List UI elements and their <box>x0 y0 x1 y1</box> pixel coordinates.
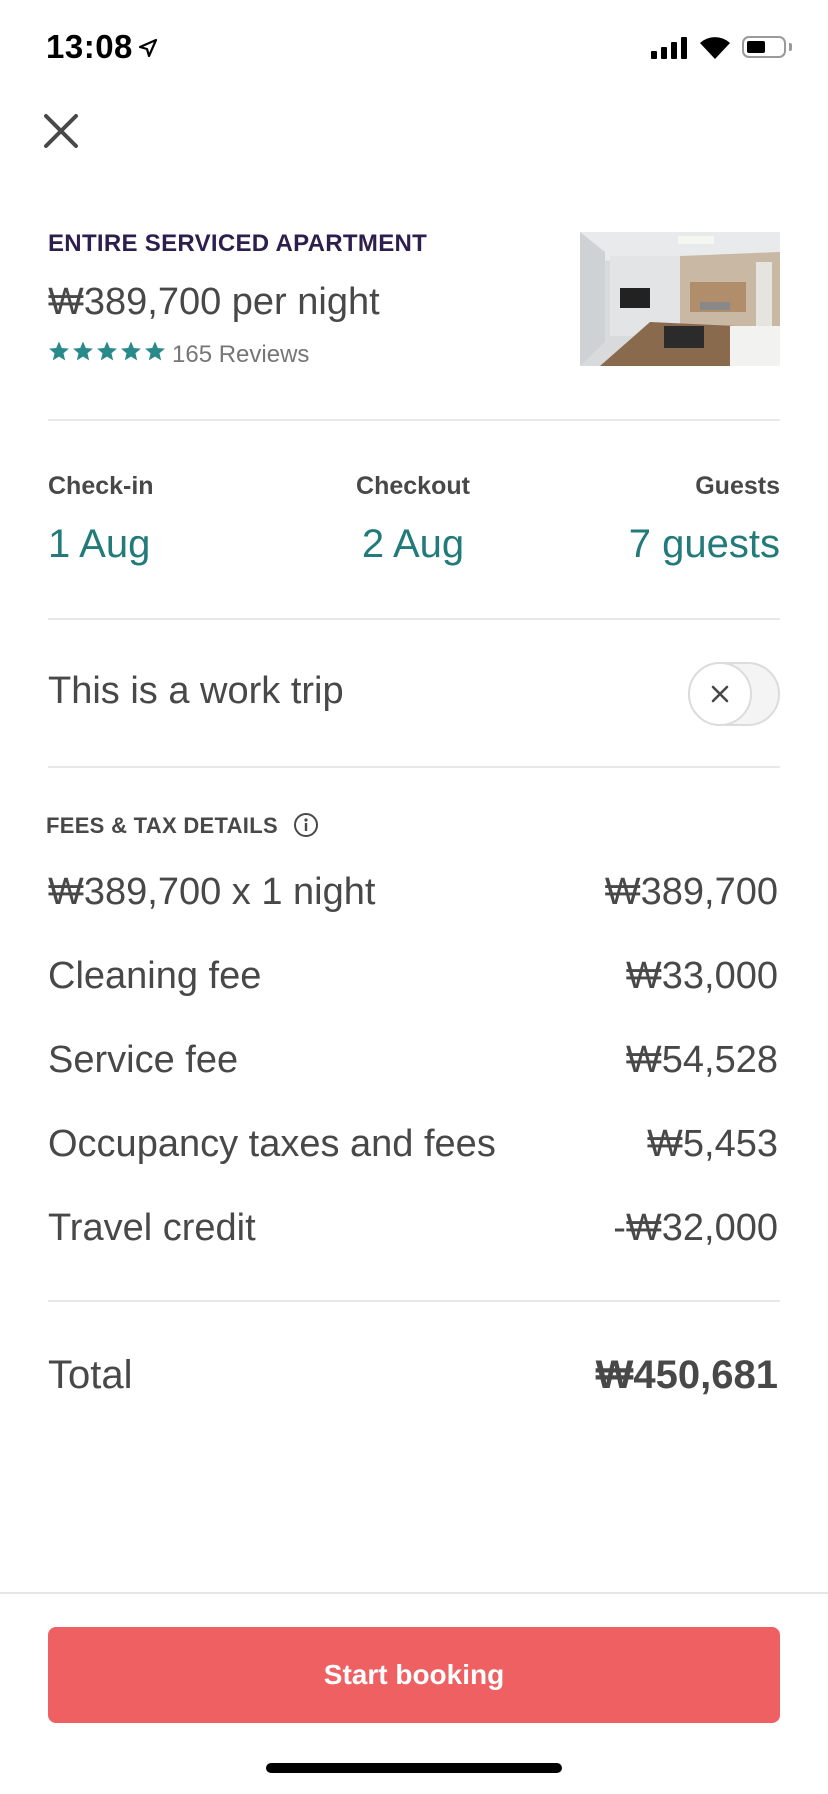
battery-icon <box>742 36 786 58</box>
battery-tip <box>789 43 792 51</box>
star-icon <box>73 341 93 361</box>
fee-service-label: Service fee <box>48 1039 239 1081</box>
wifi-icon <box>700 37 730 59</box>
checkin-date[interactable]: 1 Aug <box>48 522 150 567</box>
divider <box>48 1300 780 1302</box>
fee-credit-label: Travel credit <box>48 1207 256 1249</box>
fee-nightly-value: ₩389,700 <box>604 871 778 913</box>
star-icon <box>49 341 69 361</box>
fee-service-value: ₩54,528 <box>625 1039 778 1081</box>
star-icon <box>145 341 165 361</box>
fee-occupancy-value: ₩5,453 <box>647 1123 778 1165</box>
work-trip-label: This is a work trip <box>48 670 344 712</box>
price-per-night: ₩389,700 per night <box>48 281 380 323</box>
work-trip-toggle[interactable] <box>688 662 780 726</box>
info-icon[interactable] <box>293 812 319 838</box>
listing-type: ENTIRE SERVICED APARTMENT <box>48 230 428 257</box>
total-label: Total <box>48 1353 133 1397</box>
guests-label: Guests <box>695 472 780 500</box>
toggle-knob <box>688 662 752 726</box>
divider <box>48 766 780 768</box>
total-value: ₩450,681 <box>595 1353 778 1397</box>
fee-cleaning-label: Cleaning fee <box>48 955 262 997</box>
star-icon <box>121 341 141 361</box>
start-booking-button[interactable]: Start booking <box>48 1627 780 1723</box>
listing-photo[interactable] <box>580 232 780 366</box>
close-icon[interactable] <box>42 112 80 150</box>
checkout-label: Checkout <box>356 472 470 500</box>
rating-stars <box>48 340 166 362</box>
location-arrow-icon <box>138 38 158 58</box>
reviews-count: 165 Reviews <box>172 341 310 368</box>
status-time: 13:08 <box>46 28 133 65</box>
divider <box>48 419 780 421</box>
fee-credit-value: -₩32,000 <box>613 1207 778 1249</box>
fee-occupancy-label: Occupancy taxes and fees <box>48 1123 496 1165</box>
guests-count[interactable]: 7 guests <box>629 522 780 567</box>
fee-nightly-label: ₩389,700 x 1 night <box>48 871 376 913</box>
checkin-label: Check-in <box>48 472 154 500</box>
checkout-date[interactable]: 2 Aug <box>313 522 513 567</box>
fees-section-title: FEES & TAX DETAILS <box>46 813 278 838</box>
cellular-signal-icon <box>651 37 687 59</box>
star-icon <box>97 341 117 361</box>
close-x-icon <box>711 685 729 703</box>
fee-cleaning-value: ₩33,000 <box>625 955 778 997</box>
divider <box>48 618 780 620</box>
home-indicator <box>266 1763 562 1773</box>
